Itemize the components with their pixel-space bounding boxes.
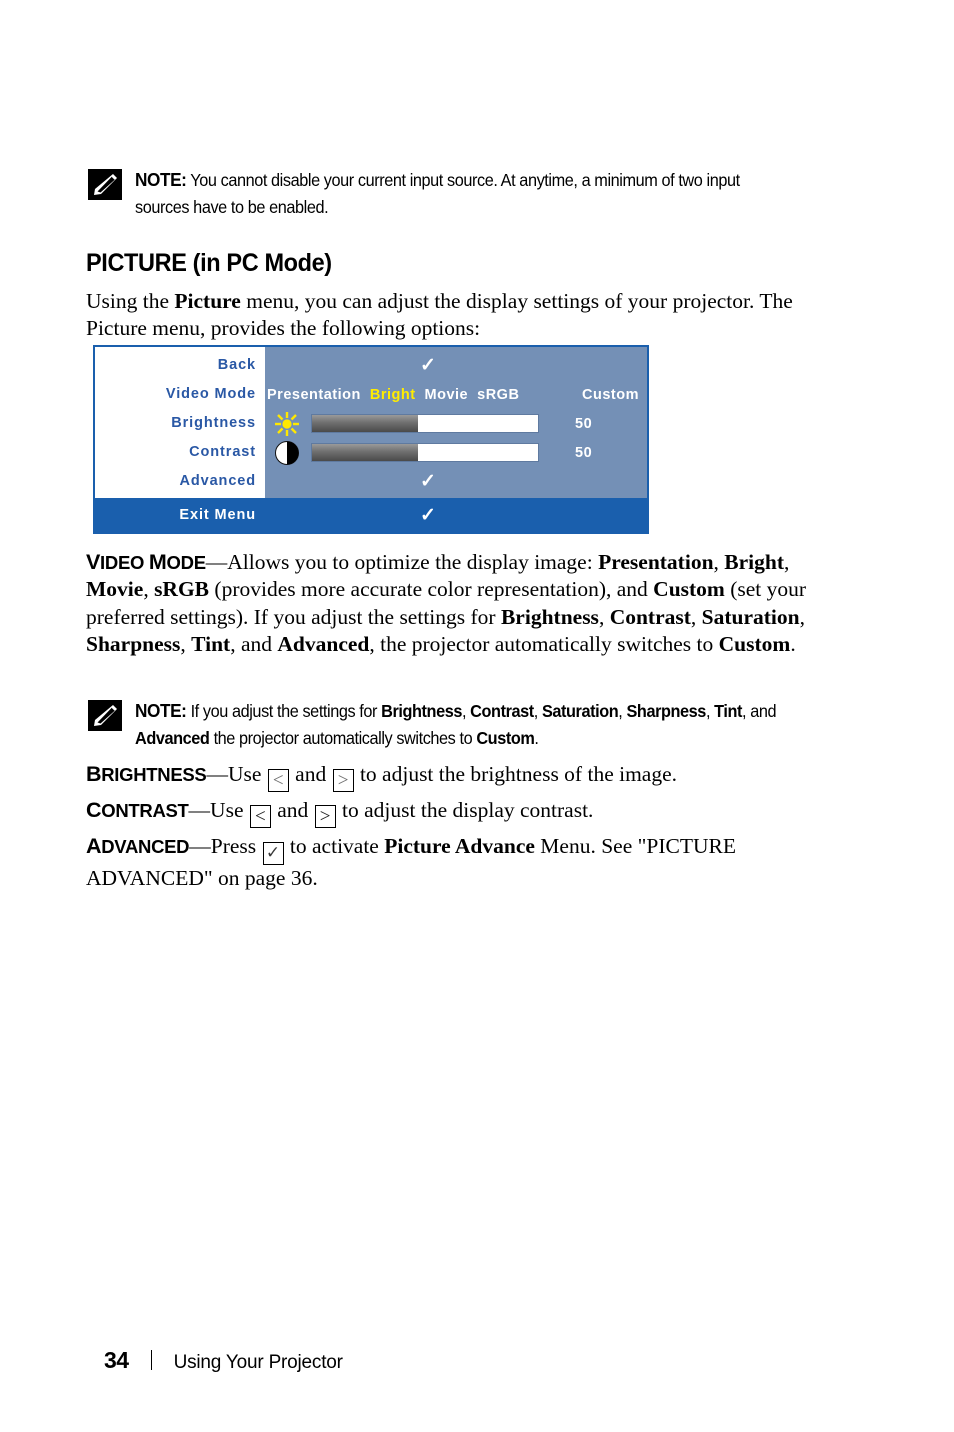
osd-row-contrast[interactable]: 50 (265, 438, 647, 467)
osd-value-column: ✓ Presentation Bright Movie sRGB Custom (265, 347, 647, 498)
note-callout-input-source: NOTE: You cannot disable your current in… (88, 166, 834, 221)
video-mode-srgb[interactable]: sRGB (477, 387, 519, 403)
check-icon: ✓ (420, 355, 436, 376)
osd-row-back[interactable]: ✓ (265, 351, 647, 380)
footer-divider (150, 1350, 152, 1370)
document-page: NOTE: You cannot disable your current in… (0, 0, 954, 1432)
video-mode-options: Presentation Bright Movie sRGB Custom (265, 387, 647, 403)
video-mode-custom[interactable]: Custom (582, 387, 647, 403)
video-mode-movie[interactable]: Movie (425, 387, 469, 403)
page-footer: 34 Using Your Projector (104, 1347, 343, 1374)
advanced-description: ADVANCED—Press ✓ to activate Picture Adv… (86, 834, 736, 890)
footer-page-number: 34 (104, 1347, 129, 1373)
video-mode-presentation[interactable]: Presentation (267, 387, 361, 403)
video-mode-description: VIDEO MODE—Allows you to optimize the di… (86, 550, 807, 656)
osd-exit-menu-bar[interactable]: Exit Menu ✓ (95, 498, 647, 532)
osd-row-advanced[interactable]: ✓ (265, 467, 647, 496)
contrast-slider-group: 50 (265, 440, 647, 466)
osd-main-area: Back Video Mode Brightness Contrast Adva… (95, 347, 647, 498)
note-pencil-icon (88, 700, 122, 731)
note-message: If you adjust the settings for Brightnes… (135, 701, 777, 749)
brightness-description: BRIGHTNESS—Use < and > to adjust the bri… (86, 762, 678, 792)
brightness-slider-track[interactable] (311, 414, 539, 433)
osd-label-contrast[interactable]: Contrast (95, 438, 265, 467)
osd-label-advanced[interactable]: Advanced (95, 467, 265, 496)
footer-section-title: Using Your Projector (173, 1352, 343, 1373)
page-title: PICTURE (in PC Mode) (86, 249, 332, 277)
check-icon: ✓ (420, 504, 436, 526)
osd-label-brightness[interactable]: Brightness (95, 409, 265, 438)
contrast-description: CONTRAST—Use < and > to adjust the displ… (86, 798, 594, 828)
note-pencil-icon (88, 169, 122, 200)
check-icon: ✓ (420, 471, 436, 492)
note-label: NOTE: (135, 700, 187, 721)
osd-label-video-mode[interactable]: Video Mode (95, 380, 265, 409)
contrast-slider-track[interactable] (311, 443, 539, 462)
contrast-slider-fill (312, 444, 419, 461)
osd-row-video-mode[interactable]: Presentation Bright Movie sRGB Custom (265, 380, 647, 409)
note-callout-custom-switch: NOTE: If you adjust the settings for Bri… (88, 697, 848, 752)
brightness-value: 50 (575, 415, 593, 432)
osd-picture-menu: Back Video Mode Brightness Contrast Adva… (93, 345, 649, 534)
video-mode-bright[interactable]: Bright (370, 387, 416, 403)
contrast-circle-icon (269, 440, 305, 466)
osd-exit-label: Exit Menu (179, 507, 256, 523)
sun-icon (269, 411, 305, 437)
note-label: NOTE: (135, 169, 187, 190)
note-text: NOTE: You cannot disable your current in… (122, 166, 784, 221)
osd-row-brightness[interactable]: 50 (265, 409, 647, 438)
note-message: You cannot disable your current input so… (135, 170, 740, 218)
contrast-value: 50 (575, 444, 593, 461)
osd-label-column: Back Video Mode Brightness Contrast Adva… (95, 347, 265, 498)
note-text: NOTE: If you adjust the settings for Bri… (122, 697, 797, 752)
brightness-slider-fill (312, 415, 419, 432)
osd-label-back[interactable]: Back (95, 351, 265, 380)
brightness-slider-group: 50 (265, 411, 647, 437)
intro-paragraph: Using the Picture menu, you can adjust t… (86, 289, 793, 341)
